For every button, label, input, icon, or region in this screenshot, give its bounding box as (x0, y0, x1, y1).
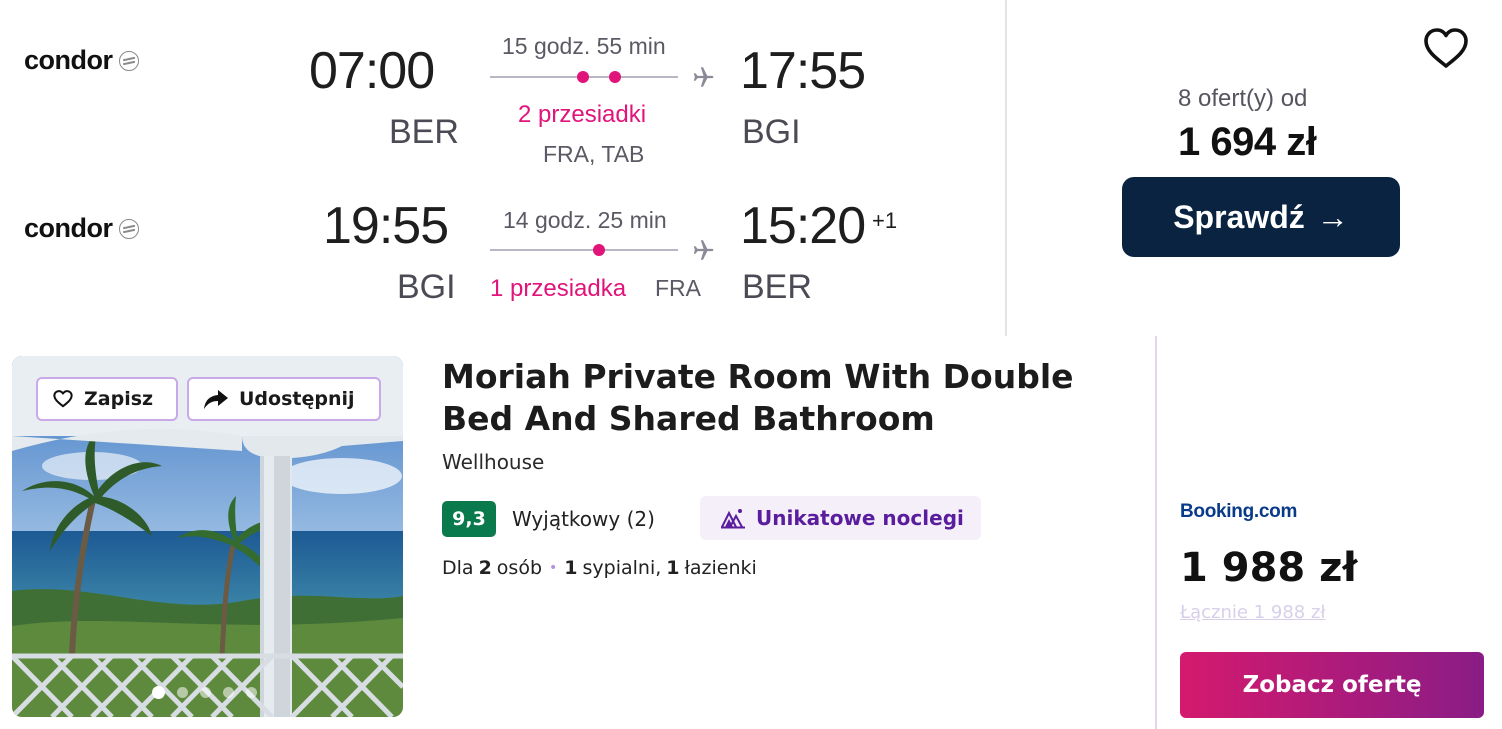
return-stops: 1 przesiadka (490, 275, 627, 302)
hotel-photo[interactable]: Zapisz Udostępnij (12, 356, 403, 717)
capacity-bathrooms: 1 (666, 557, 680, 579)
capacity-bedrooms: 1 (564, 557, 578, 579)
total-price-link[interactable]: Łącznie 1 988 zł (1180, 602, 1326, 623)
plane-icon (693, 67, 714, 87)
capacity-bedrooms-unit: sypialni, (582, 557, 662, 579)
capacity-guests: 2 (478, 557, 492, 579)
return-duration: 14 godz. 25 min (503, 207, 667, 233)
outbound-route-line (490, 64, 720, 90)
return-depart-time: 19:55 (323, 197, 449, 255)
save-button[interactable]: Zapisz (36, 377, 178, 421)
outbound-stop-dot-1 (577, 71, 589, 83)
photo-carousel-dots (152, 686, 257, 699)
carousel-dot[interactable] (152, 686, 165, 699)
see-offer-button[interactable]: Zobacz ofertę (1180, 652, 1484, 718)
rating-label: Wyjątkowy (2) (512, 507, 655, 531)
hotel-price: 1 988 zł (1180, 545, 1358, 591)
capacity-guests-unit: osób (496, 557, 543, 579)
capacity-separator: • (549, 560, 558, 576)
provider-logo: Booking.com (1180, 501, 1298, 522)
return-stop-dot-1 (593, 244, 605, 256)
flight-result-card[interactable]: condor 07:00 BER 15 godz. 55 min 2 przes… (0, 0, 1502, 336)
share-arrow-icon (204, 390, 228, 409)
check-button-label: Sprawdź (1173, 198, 1305, 235)
unique-stay-icon (721, 509, 745, 529)
return-arrive-code: BER (742, 268, 812, 306)
outbound-duration: 15 godz. 55 min (502, 33, 666, 59)
check-button[interactable]: Sprawdź → (1122, 177, 1400, 257)
hotel-subtitle: Wellhouse (442, 450, 545, 474)
return-via: FRA (655, 275, 701, 301)
outbound-stop-dot-2 (609, 71, 621, 83)
save-button-label: Zapisz (84, 388, 154, 410)
condor-logo-icon (118, 218, 139, 239)
hotel-result-card[interactable]: Zapisz Udostępnij Moriah Private Room Wi… (0, 336, 1502, 729)
outbound-airline-name: condor (24, 45, 113, 75)
capacity-bathrooms-unit: łazienki (684, 557, 757, 579)
flight-divider (1005, 0, 1007, 336)
outbound-depart-time: 07:00 (309, 42, 435, 100)
return-depart-code: BGI (397, 268, 456, 306)
arrow-right-icon: → (1316, 198, 1349, 235)
rating-score-badge: 9,3 (442, 501, 496, 537)
carousel-dot[interactable] (246, 687, 257, 698)
return-airline-logo: condor (24, 213, 139, 244)
heart-outline-icon (53, 390, 73, 408)
return-route-line (490, 237, 720, 263)
outbound-via: FRA, TAB (543, 141, 645, 167)
share-button[interactable]: Udostępnij (187, 377, 381, 421)
carousel-dot[interactable] (223, 687, 234, 698)
carousel-dot[interactable] (177, 687, 188, 698)
outbound-depart-code: BER (389, 113, 459, 151)
plane-icon (693, 240, 714, 260)
outbound-arrive-time: 17:55 (740, 42, 866, 100)
return-day-offset: +1 (872, 208, 898, 233)
hotel-capacity: Dla 2 osób • 1 sypialni, 1 łazienki (442, 557, 757, 579)
unique-stays-badge: Unikatowe noclegi (700, 496, 981, 540)
return-arrive-time: 15:20 (740, 197, 866, 255)
offers-count: 8 ofert(y) od (1178, 85, 1308, 112)
return-airline-name: condor (24, 213, 113, 243)
share-button-label: Udostępnij (239, 388, 355, 410)
condor-logo-icon (118, 50, 139, 71)
heart-outline-icon[interactable] (1421, 25, 1471, 71)
unique-stays-label: Unikatowe noclegi (756, 506, 964, 530)
carousel-dot[interactable] (200, 687, 211, 698)
outbound-airline-logo: condor (24, 45, 139, 76)
outbound-stops: 2 przesiadki (518, 101, 647, 128)
outbound-arrive-code: BGI (742, 113, 801, 151)
capacity-prefix: Dla (442, 557, 474, 579)
hotel-divider (1155, 336, 1157, 729)
flight-price: 1 694 zł (1178, 120, 1317, 164)
hotel-title[interactable]: Moriah Private Room With Double Bed And … (442, 356, 1102, 440)
